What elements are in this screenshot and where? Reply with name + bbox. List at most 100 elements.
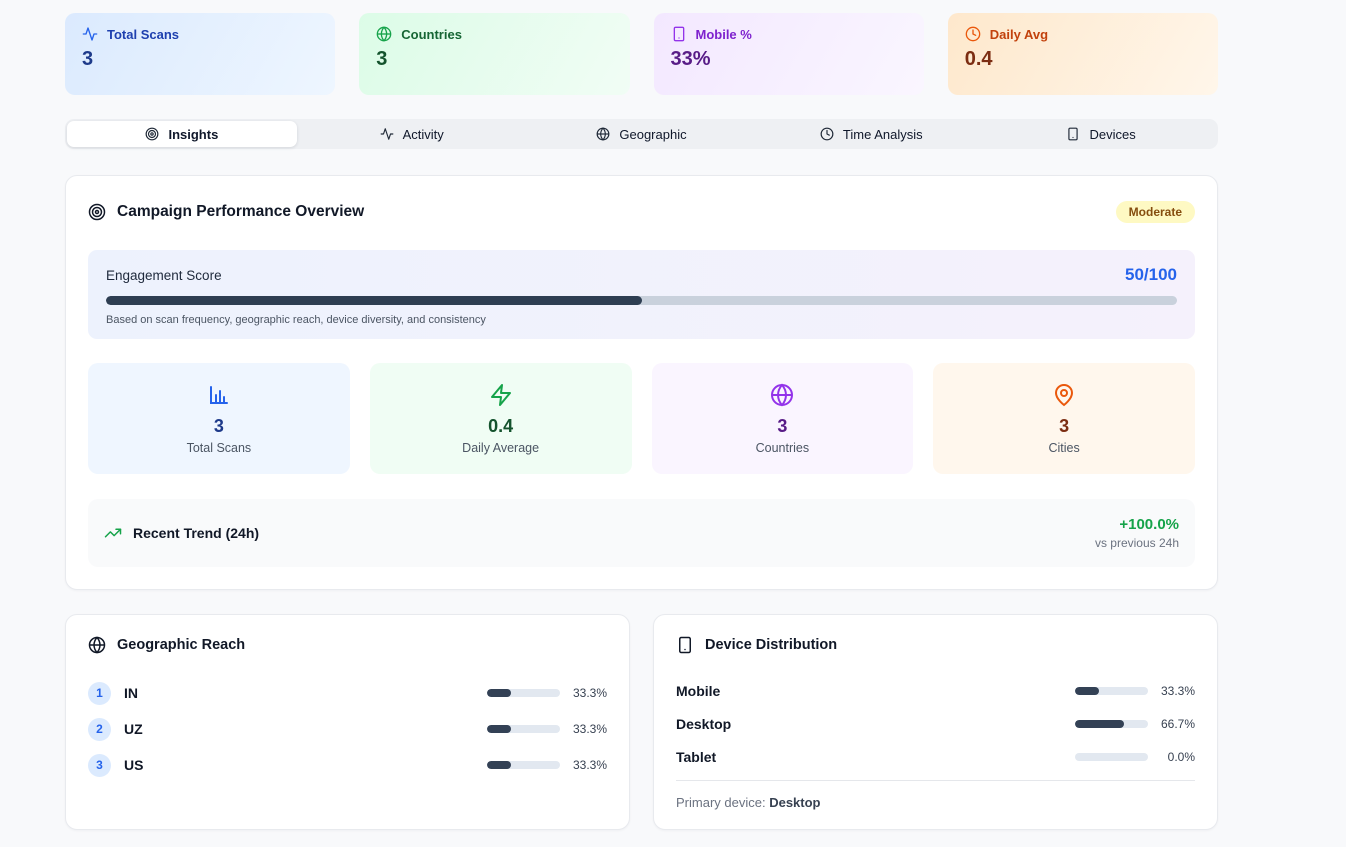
country-percent: 33.3% (572, 722, 607, 736)
target-icon (145, 127, 159, 141)
country-bar (487, 689, 560, 697)
page-title: Campaign Performance Overview (117, 203, 365, 220)
country-bar-fill (487, 689, 512, 697)
tab-label: Geographic (619, 126, 687, 142)
country-code: UZ (124, 721, 143, 737)
panel-title: Geographic Reach (117, 637, 246, 653)
device-label: Mobile (676, 683, 721, 699)
activity-icon (82, 26, 98, 42)
smartphone-icon (676, 636, 694, 654)
tab-bar: Insights Activity Geographic Time Analys… (65, 119, 1218, 149)
stat-card-countries: Countries 3 (359, 13, 630, 95)
mini-stat-cities: 3 Cities (933, 363, 1195, 474)
country-code: US (124, 757, 144, 773)
geo-row: 2 UZ 33.3% (88, 717, 607, 741)
trending-up-icon (104, 524, 122, 542)
mini-stat-grid: 3 Total Scans 0.4 Daily Average 3 Countr… (88, 363, 1195, 474)
country-bar-fill (487, 725, 512, 733)
rank-badge: 2 (88, 717, 111, 741)
device-percent: 33.3% (1160, 684, 1195, 698)
tab-devices[interactable]: Devices (986, 121, 1216, 147)
tab-label: Devices (1089, 126, 1136, 142)
device-row: Desktop 66.7% (676, 714, 1195, 734)
bar-chart-icon (207, 383, 231, 407)
country-bar (487, 761, 560, 769)
trend-sub: vs previous 24h (1094, 536, 1179, 550)
device-label: Tablet (676, 749, 717, 765)
mini-stat-label: Cities (1048, 440, 1080, 455)
mini-stat-daily-average: 0.4 Daily Average (369, 363, 632, 474)
activity-icon (380, 127, 394, 141)
engagement-caption: Based on scan frequency, geographic reac… (106, 314, 486, 326)
mini-stat-value: 0.4 (488, 415, 514, 436)
clock-icon (820, 127, 834, 141)
tab-insights[interactable]: Insights (67, 121, 297, 147)
stat-card-mobile-percent: Mobile % 33% (653, 13, 924, 95)
stat-label: Mobile % (695, 26, 752, 42)
rank-badge: 1 (88, 681, 111, 705)
engagement-score-label: Engagement Score (106, 267, 222, 283)
globe-icon (770, 383, 794, 407)
tab-geographic[interactable]: Geographic (527, 121, 757, 147)
globe-icon (376, 26, 392, 42)
mini-stat-value: 3 (213, 415, 224, 436)
device-row: Mobile 33.3% (676, 681, 1195, 701)
primary-device-label: Primary device: (676, 795, 766, 810)
geo-row: 1 IN 33.3% (88, 681, 607, 705)
device-bar (1075, 687, 1148, 695)
tab-activity[interactable]: Activity (297, 121, 527, 147)
map-pin-icon (1052, 383, 1076, 407)
primary-device-value: Desktop (769, 795, 821, 810)
stat-card-row: Total Scans 3 Countries 3 Mobile % 33% D… (65, 13, 1218, 95)
device-bar-fill (1075, 687, 1100, 695)
engagement-score-panel: Engagement Score 50/100 Based on scan fr… (88, 250, 1195, 339)
smartphone-icon (671, 26, 687, 42)
mini-stat-value: 3 (1059, 415, 1070, 436)
globe-icon (88, 636, 106, 654)
clock-icon (965, 26, 981, 42)
tab-label: Activity (402, 126, 444, 142)
tab-label: Insights (168, 126, 219, 142)
trend-value: +100.0% (1119, 516, 1179, 533)
bottom-panels: Geographic Reach 1 IN 33.3% 2 UZ 33.3% 3… (65, 614, 1218, 844)
stat-value: 3 (82, 48, 94, 70)
device-bar (1075, 720, 1148, 728)
device-bar-fill (1075, 720, 1124, 728)
zap-icon (489, 383, 513, 407)
mini-stat-label: Total Scans (186, 440, 252, 455)
mini-stat-label: Countries (755, 440, 810, 455)
engagement-progress-bar (106, 296, 1177, 305)
stat-label: Countries (401, 26, 462, 42)
recent-trend-label: Recent Trend (24h) (133, 525, 260, 541)
stat-label: Total Scans (107, 26, 180, 42)
status-badge: Moderate (1115, 201, 1195, 223)
tab-time-analysis[interactable]: Time Analysis (756, 121, 986, 147)
country-bar-fill (487, 761, 512, 769)
panel-title: Device Distribution (705, 637, 838, 653)
primary-device-note: Primary device: Desktop (676, 780, 1195, 810)
device-distribution-panel: Device Distribution Mobile 33.3% Desktop… (653, 614, 1218, 830)
geographic-reach-panel: Geographic Reach 1 IN 33.3% 2 UZ 33.3% 3… (65, 614, 630, 830)
mini-stat-value: 3 (777, 415, 788, 436)
country-bar (487, 725, 560, 733)
stat-label: Daily Avg (989, 26, 1049, 42)
device-percent: 66.7% (1160, 717, 1195, 731)
device-row: Tablet 0.0% (676, 747, 1195, 767)
rank-badge: 3 (88, 753, 111, 777)
globe-icon (596, 127, 610, 141)
engagement-progress-fill (106, 296, 642, 305)
country-code: IN (124, 685, 138, 701)
recent-trend-row: Recent Trend (24h) +100.0% vs previous 2… (88, 499, 1195, 567)
country-percent: 33.3% (572, 686, 607, 700)
mini-stat-countries: 3 Countries (651, 363, 914, 474)
stat-card-daily-avg: Daily Avg 0.4 (947, 13, 1218, 95)
device-bar (1075, 753, 1148, 761)
tab-label: Time Analysis (842, 126, 923, 142)
mini-stat-total-scans: 3 Total Scans (88, 363, 350, 474)
mini-stat-label: Daily Average (462, 440, 540, 455)
stat-value: 33% (670, 48, 711, 70)
campaign-performance-card: Campaign Performance Overview Moderate E… (65, 175, 1218, 590)
stat-card-total-scans: Total Scans 3 (65, 13, 336, 95)
geo-row: 3 US 33.3% (88, 753, 607, 777)
stat-value: 0.4 (964, 48, 993, 70)
